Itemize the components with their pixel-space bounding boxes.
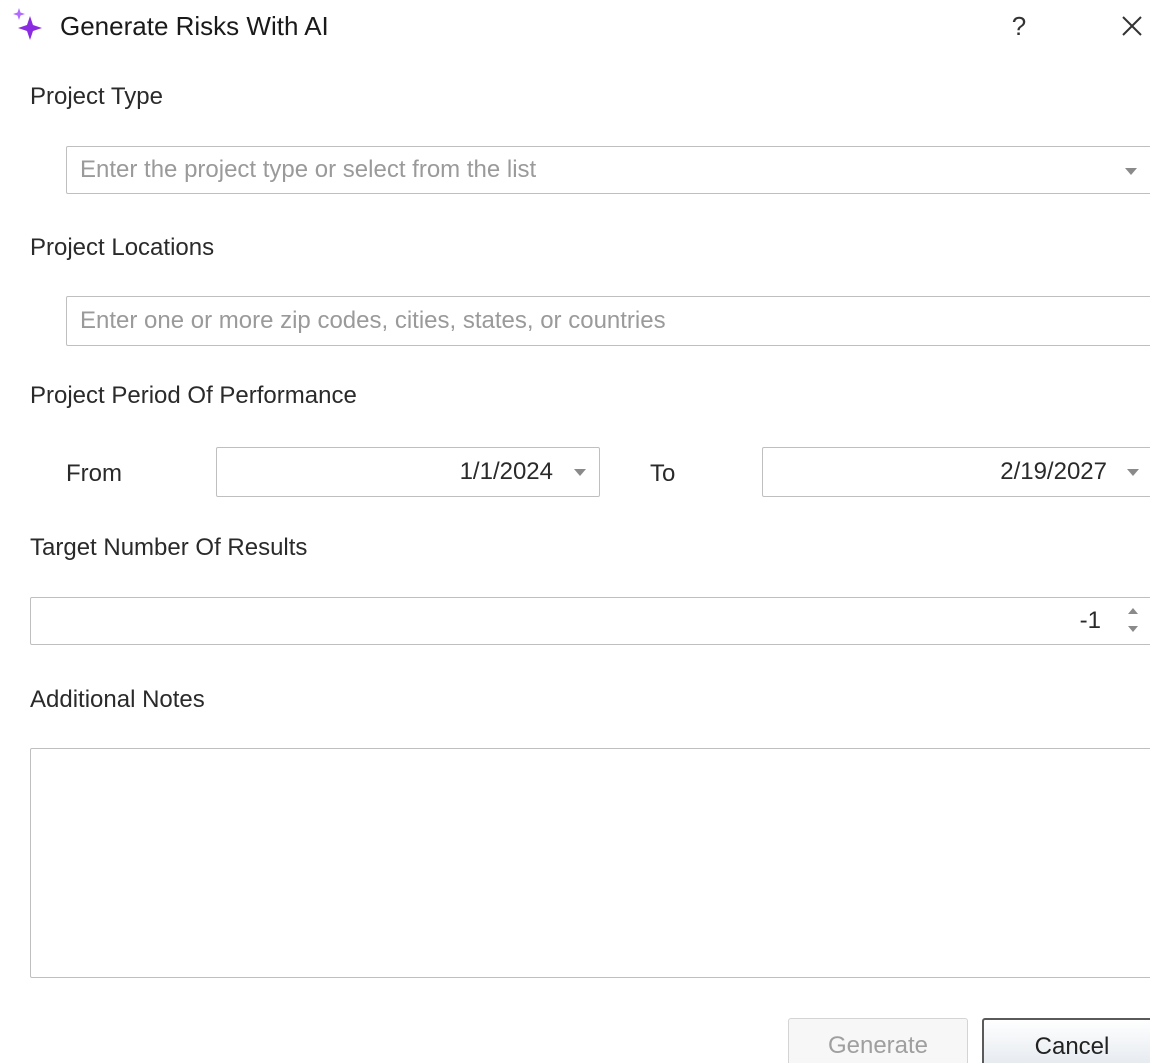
generate-button[interactable]: Generate	[788, 1018, 968, 1063]
from-date-picker[interactable]: 1/1/2024	[216, 447, 600, 497]
project-locations-input[interactable]: Enter one or more zip codes, cities, sta…	[66, 296, 1150, 346]
target-results-label: Target Number Of Results	[30, 534, 308, 561]
project-type-placeholder: Enter the project type or select from th…	[80, 156, 537, 183]
spin-down-icon[interactable]	[1128, 626, 1138, 632]
project-locations-placeholder: Enter one or more zip codes, cities, sta…	[80, 307, 666, 334]
project-type-label: Project Type	[30, 83, 163, 110]
chevron-down-icon[interactable]	[1125, 168, 1137, 175]
project-locations-label: Project Locations	[30, 234, 215, 261]
target-results-spinner[interactable]: -1	[30, 597, 1150, 645]
close-icon	[1122, 16, 1142, 36]
close-button[interactable]	[1114, 6, 1150, 46]
sparkle-icon	[8, 6, 48, 46]
from-label: From	[66, 460, 122, 487]
help-button[interactable]: ?	[1004, 6, 1034, 46]
target-results-value: -1	[1079, 607, 1101, 634]
dialog-title: Generate Risks With AI	[60, 11, 329, 41]
from-date-value: 1/1/2024	[459, 458, 553, 485]
spin-up-icon[interactable]	[1128, 608, 1138, 614]
notes-textarea[interactable]	[30, 748, 1150, 978]
period-label: Project Period Of Performance	[30, 382, 357, 409]
notes-label: Additional Notes	[30, 686, 205, 713]
to-date-value: 2/19/2027	[1000, 458, 1107, 485]
cancel-button[interactable]: Cancel	[982, 1018, 1150, 1063]
chevron-down-icon[interactable]	[574, 469, 586, 476]
project-type-combobox[interactable]: Enter the project type or select from th…	[66, 146, 1150, 194]
to-date-picker[interactable]: 2/19/2027	[762, 447, 1150, 497]
to-label: To	[650, 460, 676, 487]
chevron-down-icon[interactable]	[1127, 469, 1139, 476]
